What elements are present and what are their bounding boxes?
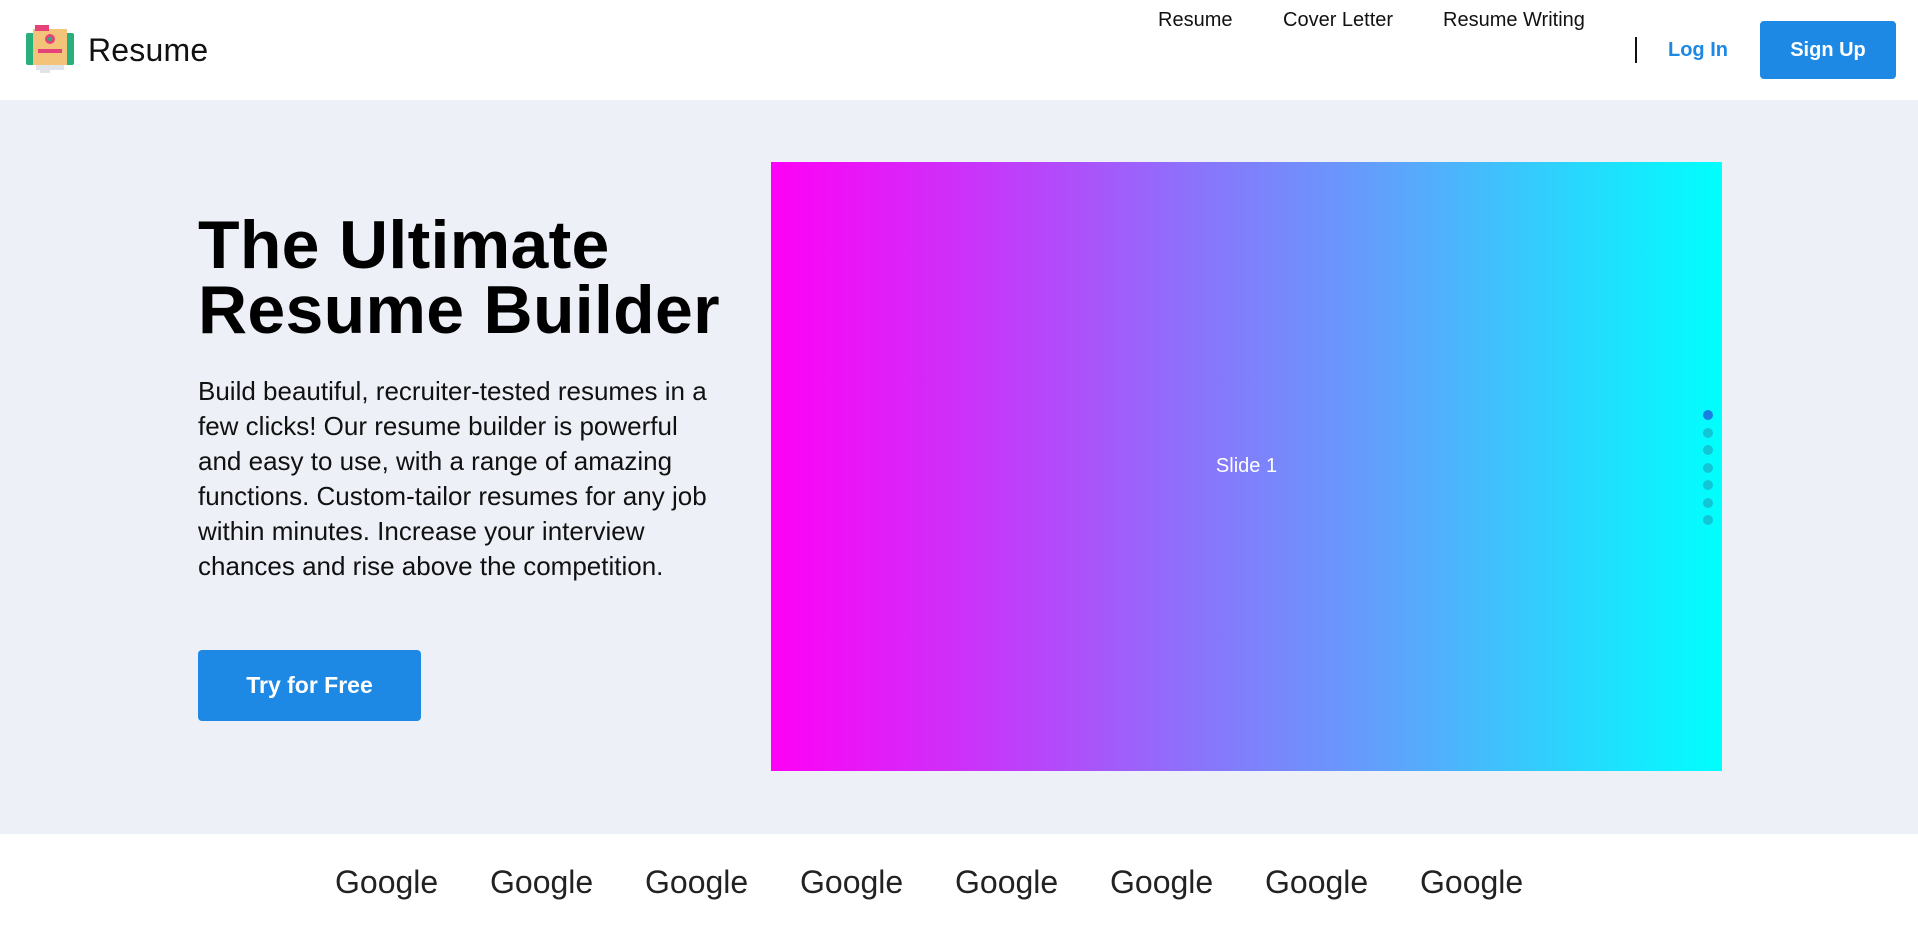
brand[interactable]: Resume [24,24,208,76]
partner-logo: Google [955,864,1059,900]
partner-logos: Google Google Google Google Google Googl… [0,834,1918,932]
partner-logo: Google [645,864,749,900]
slider-dot-2[interactable] [1703,427,1713,438]
login-link[interactable]: Log In [1668,30,1728,70]
nav-divider [1635,37,1637,63]
nav-link-cover-letter[interactable]: Cover Letter [1283,0,1393,40]
site-header: Resume Resume Cover Letter Resume Writin… [0,0,1918,100]
slider-dot-1[interactable] [1703,410,1713,420]
partner-logo: Google [490,864,594,900]
slider-pagination [1703,410,1717,533]
hero-title: The Ultimate Resume Builder [198,211,758,344]
slider-dot-5[interactable] [1703,480,1713,490]
hero-section: The Ultimate Resume Builder Build beauti… [0,100,1918,834]
slider-dot-4[interactable] [1703,462,1713,473]
hero-description: Build beautiful, recruiter-tested resume… [198,376,707,581]
partner-logo: Google [800,864,904,900]
partner-logo: Google [1110,864,1214,900]
nav-link-resume-writing[interactable]: Resume Writing [1443,0,1585,40]
resume-logo-icon [24,24,76,76]
partner-logo: Google [1420,864,1524,900]
nav-link-resume[interactable]: Resume [1158,0,1232,40]
signup-button[interactable]: Sign Up [1760,21,1896,79]
slider-dot-3[interactable] [1703,445,1713,455]
hero-slider[interactable]: Slide 1 [771,162,1722,771]
slider-dot-7[interactable] [1703,515,1713,525]
hero-title-line-2: Resume Builder [198,272,720,348]
partner-logo: Google [335,864,439,900]
partner-logo: Google [1265,864,1369,900]
brand-name: Resume [88,31,209,68]
slider-dot-6[interactable] [1703,497,1713,508]
try-for-free-button[interactable]: Try for Free [198,650,421,721]
slide-label: Slide 1 [1215,455,1278,477]
